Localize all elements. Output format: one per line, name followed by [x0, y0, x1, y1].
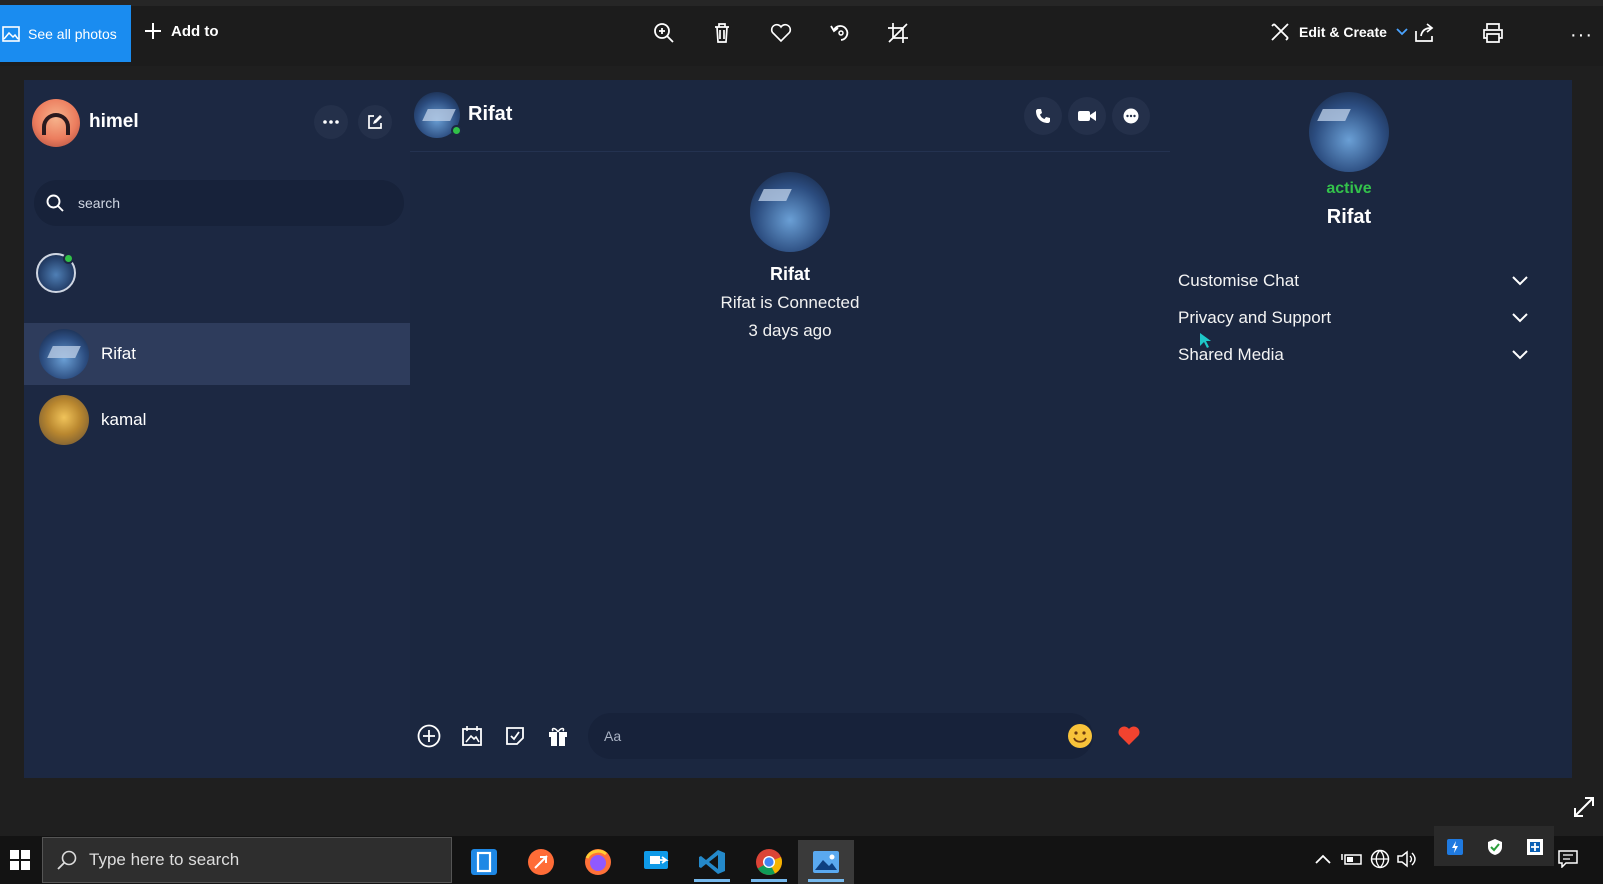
firefox-icon[interactable]: [570, 840, 626, 884]
windows-icon: [10, 850, 30, 870]
search-bar[interactable]: [34, 180, 404, 226]
search-icon: [57, 850, 77, 870]
user-name: himel: [89, 111, 139, 132]
intro-name: Rifat: [770, 264, 810, 284]
photo-viewer-frame: himel Rifat kamal Rifat: [24, 80, 1572, 778]
windows-taskbar: [0, 836, 1603, 884]
app-tray-icon[interactable]: [1526, 838, 1544, 856]
section-label: Shared Media: [1178, 345, 1284, 364]
customise-chat-section[interactable]: Customise Chat: [1178, 271, 1528, 291]
add-to-button[interactable]: Add to: [144, 22, 218, 40]
gift-icon[interactable]: [545, 723, 571, 749]
message-composer: [410, 710, 1170, 762]
notifications-icon[interactable]: [1557, 848, 1579, 870]
contact-name: Rifat: [101, 344, 136, 363]
info-name: Rifat: [1326, 206, 1372, 228]
edit-create-button[interactable]: Edit & Create: [1270, 22, 1408, 42]
heart-icon[interactable]: [1116, 723, 1142, 749]
message-box[interactable]: [588, 713, 1093, 759]
add-to-label: Add to: [171, 22, 219, 40]
title-strip: [0, 0, 1603, 6]
avatar: [39, 395, 89, 445]
postman-icon[interactable]: [513, 840, 569, 884]
edit-create-label: Edit & Create: [1299, 24, 1387, 40]
chat-header: Rifat: [410, 80, 1170, 152]
contact-item-kamal[interactable]: kamal: [24, 389, 410, 451]
contact-name: kamal: [101, 410, 147, 429]
shared-media-section[interactable]: Shared Media: [1178, 345, 1528, 365]
chevron-down-icon: [1512, 350, 1528, 360]
dropbox-icon[interactable]: [1446, 838, 1464, 856]
taskbar-search-input[interactable]: [89, 850, 419, 870]
voice-call-button[interactable]: [1024, 97, 1062, 135]
security-icon[interactable]: [1486, 838, 1504, 856]
plus-icon: [145, 23, 161, 39]
more-circle-icon: [1123, 108, 1139, 124]
taskbar-search[interactable]: [42, 837, 452, 883]
section-label: Customise Chat: [1178, 271, 1299, 290]
info-avatar: [1309, 92, 1389, 172]
fullscreen-icon[interactable]: [1572, 795, 1596, 819]
chrome-icon[interactable]: [741, 840, 797, 884]
ellipsis-icon: [323, 120, 339, 124]
new-message-button[interactable]: [358, 105, 392, 139]
chat-title: Rifat: [468, 103, 513, 125]
cursor-icon: [1200, 333, 1211, 348]
see-all-photos-button[interactable]: See all photos: [0, 5, 131, 62]
more-icon[interactable]: ···: [1570, 24, 1593, 47]
share-icon[interactable]: [1414, 22, 1436, 44]
gallery-icon: [2, 25, 20, 42]
photos-toolbar: See all photos Add to Edit & Create ···: [0, 0, 1603, 66]
network-icon[interactable]: [1369, 848, 1391, 870]
privacy-support-section[interactable]: Privacy and Support: [1178, 308, 1528, 328]
plus-circle-icon[interactable]: [416, 723, 442, 749]
phone-icon: [1036, 109, 1050, 123]
start-button[interactable]: [0, 836, 40, 884]
contact-info-panel: active Rifat Customise Chat Privacy and …: [1170, 80, 1572, 778]
file-explorer-icon[interactable]: [456, 840, 512, 884]
chat-info-button[interactable]: [1112, 97, 1150, 135]
section-label: Privacy and Support: [1178, 308, 1332, 327]
image-gallery-icon[interactable]: [459, 723, 485, 749]
zoom-in-icon[interactable]: [653, 22, 675, 44]
options-button[interactable]: [314, 105, 348, 139]
chevron-down-icon: [1396, 28, 1408, 36]
remote-desktop-icon[interactable]: [628, 840, 684, 884]
vscode-icon[interactable]: [684, 840, 740, 884]
chat-intro: Rifat Rifat is Connected 3 days ago: [410, 172, 1170, 341]
print-icon[interactable]: [1482, 22, 1504, 44]
see-all-photos-label: See all photos: [28, 25, 117, 42]
video-call-button[interactable]: [1068, 97, 1106, 135]
volume-icon[interactable]: [1396, 848, 1418, 870]
avatar: [39, 329, 89, 379]
message-input[interactable]: [604, 728, 1044, 744]
search-input[interactable]: [78, 195, 368, 211]
online-indicator: [451, 125, 462, 136]
sticker-icon[interactable]: [502, 723, 528, 749]
hidden-icons-flyout: [1434, 826, 1554, 866]
chat-sidebar: himel Rifat kamal: [24, 80, 410, 778]
chevron-down-icon: [1512, 313, 1528, 323]
intro-avatar: [750, 172, 830, 252]
online-indicator: [63, 253, 74, 264]
user-avatar[interactable]: [32, 99, 80, 147]
battery-icon[interactable]: [1341, 848, 1363, 870]
video-camera-icon: [1078, 111, 1096, 121]
edit-create-icon: [1271, 23, 1289, 41]
photos-icon[interactable]: [798, 840, 854, 884]
intro-time: 3 days ago: [748, 321, 832, 340]
favorite-icon[interactable]: [770, 22, 792, 44]
rotate-icon[interactable]: [829, 22, 851, 44]
emoji-icon[interactable]: [1067, 723, 1093, 749]
delete-icon[interactable]: [711, 22, 733, 44]
status-text: active: [1326, 180, 1372, 197]
contact-item-rifat[interactable]: Rifat: [24, 323, 410, 385]
chevron-down-icon: [1512, 276, 1528, 286]
crop-icon[interactable]: [887, 22, 909, 44]
intro-status: Rifat is Connected: [720, 293, 860, 312]
chevron-up-icon[interactable]: [1312, 848, 1334, 870]
compose-icon: [368, 115, 382, 129]
search-icon: [46, 194, 64, 212]
